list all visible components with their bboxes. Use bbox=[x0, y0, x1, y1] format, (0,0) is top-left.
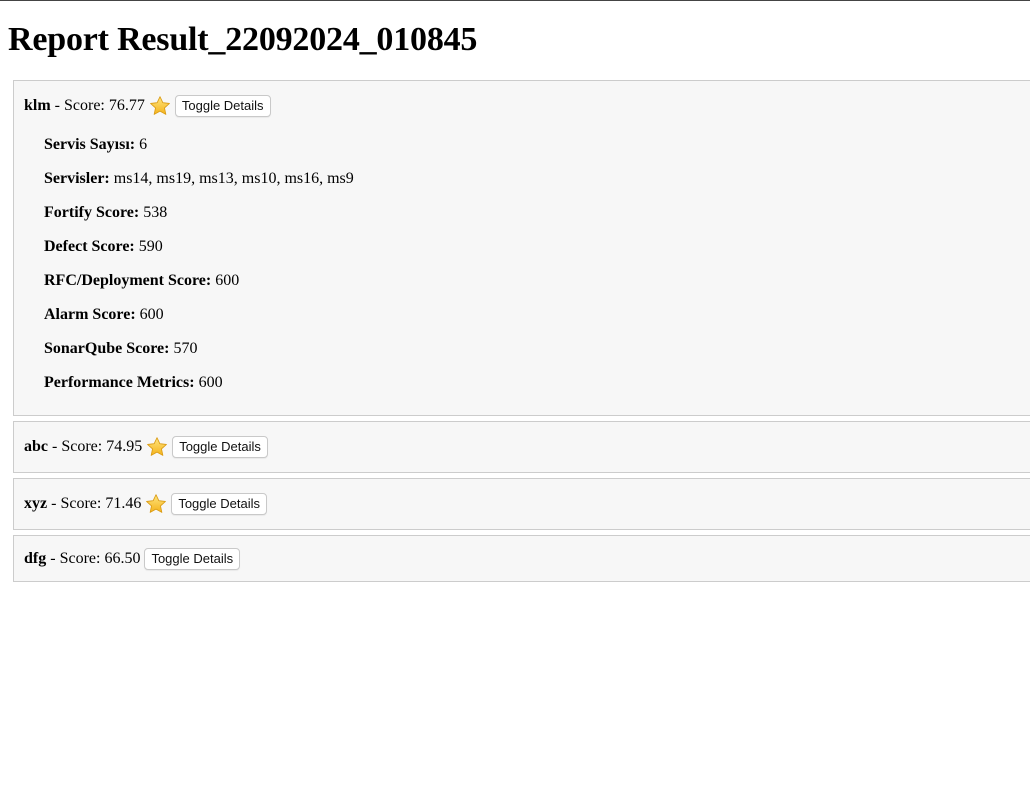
project-name: klm bbox=[24, 97, 51, 114]
project-details: Servis Sayısı: 6 Servisler: ms14, ms19, … bbox=[24, 131, 1030, 415]
project-card-abc: abc - Score: 74.95 Toggle Details bbox=[13, 421, 1030, 473]
detail-label: Defect Score: bbox=[44, 238, 135, 255]
toggle-details-button[interactable]: Toggle Details bbox=[171, 493, 267, 515]
report-list: klm - Score: 76.77 Toggle Details Servis… bbox=[13, 80, 1030, 587]
project-score: - Score: 66.50 bbox=[50, 549, 141, 567]
project-name: xyz bbox=[24, 495, 48, 512]
detail-label: Servisler: bbox=[44, 170, 110, 187]
project-header: dfg - Score: 66.50 Toggle Details bbox=[24, 536, 1030, 581]
detail-sonarqube-score: SonarQube Score: 570 bbox=[44, 339, 1030, 359]
detail-label: Performance Metrics: bbox=[44, 374, 195, 391]
detail-value: 538 bbox=[143, 204, 168, 221]
detail-value: 600 bbox=[139, 306, 164, 323]
detail-fortify-score: Fortify Score: 538 bbox=[44, 203, 1030, 223]
detail-label: RFC/Deployment Score: bbox=[44, 272, 212, 289]
project-card-xyz: xyz - Score: 71.46 Toggle Details bbox=[13, 478, 1030, 530]
detail-value: ms14, ms19, ms13, ms10, ms16, ms9 bbox=[113, 170, 354, 187]
detail-rfc-deployment-score: RFC/Deployment Score: 600 bbox=[44, 271, 1030, 291]
detail-value: 590 bbox=[138, 238, 163, 255]
project-header: klm - Score: 76.77 Toggle Details bbox=[24, 81, 1030, 131]
detail-defect-score: Defect Score: 590 bbox=[44, 237, 1030, 257]
project-score: - Score: 74.95 bbox=[52, 438, 143, 455]
detail-value: 600 bbox=[198, 374, 223, 391]
detail-label: Fortify Score: bbox=[44, 204, 140, 221]
top-divider bbox=[0, 0, 1030, 1]
detail-alarm-score: Alarm Score: 600 bbox=[44, 305, 1030, 325]
detail-servisler: Servisler: ms14, ms19, ms13, ms10, ms16,… bbox=[44, 169, 1030, 189]
page-title: Report Result_22092024_010845 bbox=[8, 21, 478, 58]
detail-value: 570 bbox=[173, 340, 198, 357]
detail-performance-metrics: Performance Metrics: 600 bbox=[44, 373, 1030, 393]
project-header: xyz - Score: 71.46 Toggle Details bbox=[24, 479, 1030, 529]
toggle-details-button[interactable]: Toggle Details bbox=[144, 547, 241, 570]
detail-label: SonarQube Score: bbox=[44, 340, 170, 357]
project-score: - Score: 76.77 bbox=[54, 97, 145, 114]
project-name: dfg bbox=[24, 549, 47, 567]
detail-value: 600 bbox=[215, 272, 240, 289]
project-score: - Score: 71.46 bbox=[51, 495, 142, 512]
toggle-details-button[interactable]: Toggle Details bbox=[172, 436, 268, 458]
project-card-klm: klm - Score: 76.77 Toggle Details Servis… bbox=[13, 80, 1030, 416]
detail-label: Alarm Score: bbox=[44, 306, 136, 323]
detail-label: Servis Sayısı: bbox=[44, 136, 136, 153]
project-header: abc - Score: 74.95 Toggle Details bbox=[24, 422, 1030, 472]
star-icon bbox=[149, 95, 171, 117]
detail-value: 6 bbox=[139, 136, 148, 153]
project-card-dfg: dfg - Score: 66.50 Toggle Details bbox=[13, 535, 1030, 582]
detail-servis-sayisi: Servis Sayısı: 6 bbox=[44, 135, 1030, 155]
star-icon bbox=[145, 493, 167, 515]
star-icon bbox=[146, 436, 168, 458]
toggle-details-button[interactable]: Toggle Details bbox=[174, 95, 271, 117]
project-name: abc bbox=[24, 438, 48, 455]
